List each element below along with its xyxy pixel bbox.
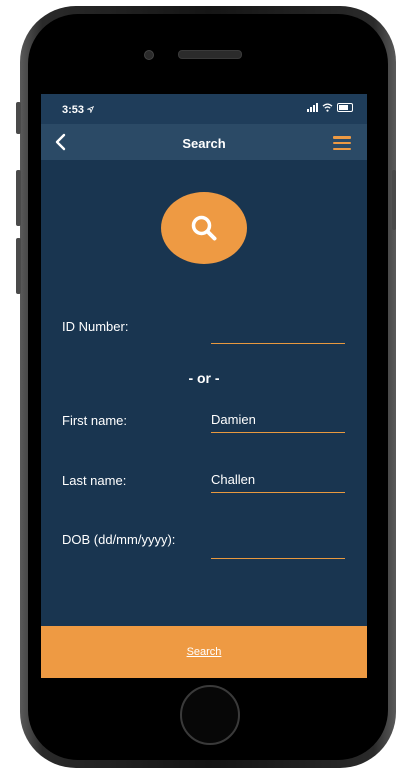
search-button-label: Search: [186, 646, 222, 658]
first-name-value: Damien: [211, 412, 256, 427]
first-name-label: First name:: [62, 413, 128, 428]
or-separator: - or -: [188, 370, 220, 386]
search-badge: [161, 192, 247, 264]
dob-label: DOB (dd/mm/yyyy):: [62, 532, 176, 547]
app-screen: 3:53 Search ID Number: - or - First name…: [41, 94, 367, 678]
page-title: Search: [182, 136, 226, 151]
id-number-field[interactable]: [211, 321, 345, 344]
wifi-icon: [322, 103, 333, 112]
last-name-label: Last name:: [62, 473, 127, 488]
home-button[interactable]: [180, 685, 240, 745]
status-icons: [307, 103, 353, 112]
status-time: 3:53: [62, 104, 95, 116]
last-name-field[interactable]: Challen: [211, 470, 345, 493]
first-name-field[interactable]: Damien: [211, 410, 345, 433]
power-button: [392, 170, 396, 230]
battery-icon: [337, 103, 353, 112]
volume-down-button: [16, 238, 21, 294]
volume-up-button: [16, 170, 21, 226]
dob-field[interactable]: [211, 536, 345, 559]
silent-switch: [16, 102, 21, 134]
location-arrow-icon: [86, 105, 95, 114]
earpiece-speaker: [178, 50, 242, 59]
last-name-value: Challen: [211, 472, 256, 487]
search-magnifier-icon: [191, 215, 217, 241]
search-button[interactable]: Search: [41, 626, 367, 678]
id-number-label: ID Number:: [62, 319, 129, 334]
signal-icon: [307, 103, 318, 112]
status-bar: 3:53: [41, 94, 367, 124]
front-camera: [144, 50, 154, 60]
hamburger-menu-icon[interactable]: [333, 136, 351, 150]
nav-bar: Search: [41, 124, 367, 160]
